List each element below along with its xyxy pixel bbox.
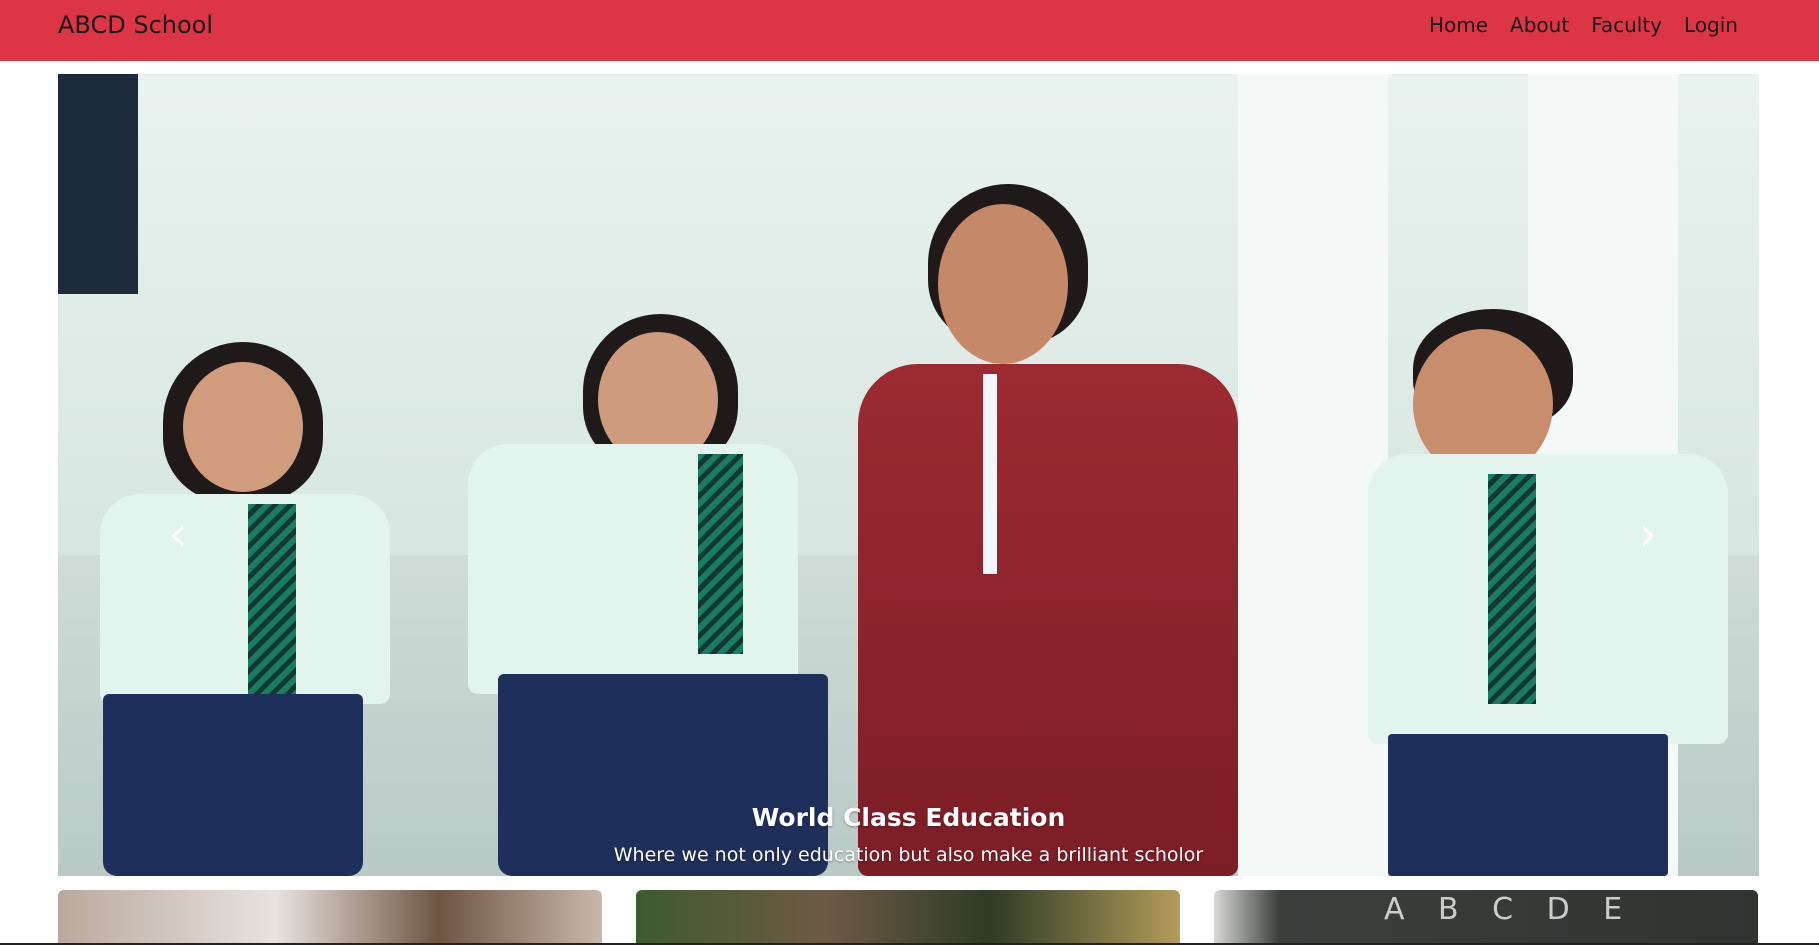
hero-carousel: ‹ › World Class Education Where we not o… (58, 74, 1759, 876)
nav-link-login[interactable]: Login (1673, 10, 1749, 40)
notice-board (58, 74, 138, 294)
chevron-left-icon: ‹ (168, 506, 188, 562)
card-image-students[interactable] (58, 890, 602, 945)
card-image-group[interactable] (636, 890, 1180, 945)
nav-link-faculty[interactable]: Faculty (1580, 10, 1673, 40)
nav-links: Home About Faculty Login (1418, 10, 1749, 40)
nav-link-home[interactable]: Home (1418, 10, 1499, 40)
carousel-prev-button[interactable]: ‹ (158, 504, 198, 564)
card-image-chalkboard[interactable]: A B C D E (1214, 890, 1758, 945)
slide-caption: World Class Education Where we not only … (58, 801, 1759, 869)
navbar: ABCD School Home About Faculty Login (0, 0, 1819, 61)
chalkboard-text: A B C D E (1384, 892, 1635, 927)
cards-row: A B C D E (58, 890, 1759, 945)
brand-link[interactable]: ABCD School (58, 10, 213, 40)
pillar (1238, 74, 1388, 876)
chevron-right-icon: › (1638, 506, 1658, 562)
slide-caption-title: World Class Education (751, 803, 1066, 832)
slide-caption-text: Where we not only education but also mak… (613, 844, 1204, 866)
nav-link-about[interactable]: About (1499, 10, 1580, 40)
carousel-next-button[interactable]: › (1628, 504, 1668, 564)
